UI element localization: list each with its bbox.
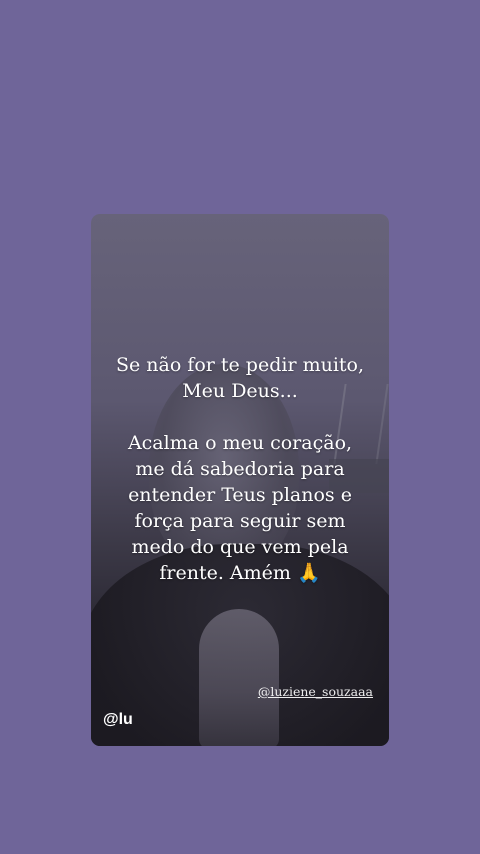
quote-line: Se não for te pedir muito, <box>115 354 365 376</box>
quote-line: medo do que vem pela <box>131 536 349 558</box>
author-handle-link[interactable]: @luziene_souzaaa <box>258 684 373 699</box>
quote-line: me dá sabedoria para <box>135 458 345 480</box>
quote-line: Acalma o meu coração, <box>127 432 353 454</box>
quote-line: entender Teus planos e <box>128 484 352 506</box>
watermark-handle: @lu <box>103 711 133 728</box>
quote-line: Meu Deus... <box>182 380 298 402</box>
quote-text: Se não for te pedir muito, Meu Deus... A… <box>105 352 375 586</box>
quote-line-last: frente. Amém 🙏 <box>105 560 375 586</box>
quote-spacer <box>105 404 375 430</box>
story-card[interactable]: Se não for te pedir muito, Meu Deus... A… <box>91 214 389 746</box>
quote-line: força para seguir sem <box>134 510 346 532</box>
praying-hands-shape <box>199 609 279 746</box>
praying-hands-icon: 🙏 <box>296 562 321 584</box>
quote-line: frente. Amém <box>159 562 291 584</box>
